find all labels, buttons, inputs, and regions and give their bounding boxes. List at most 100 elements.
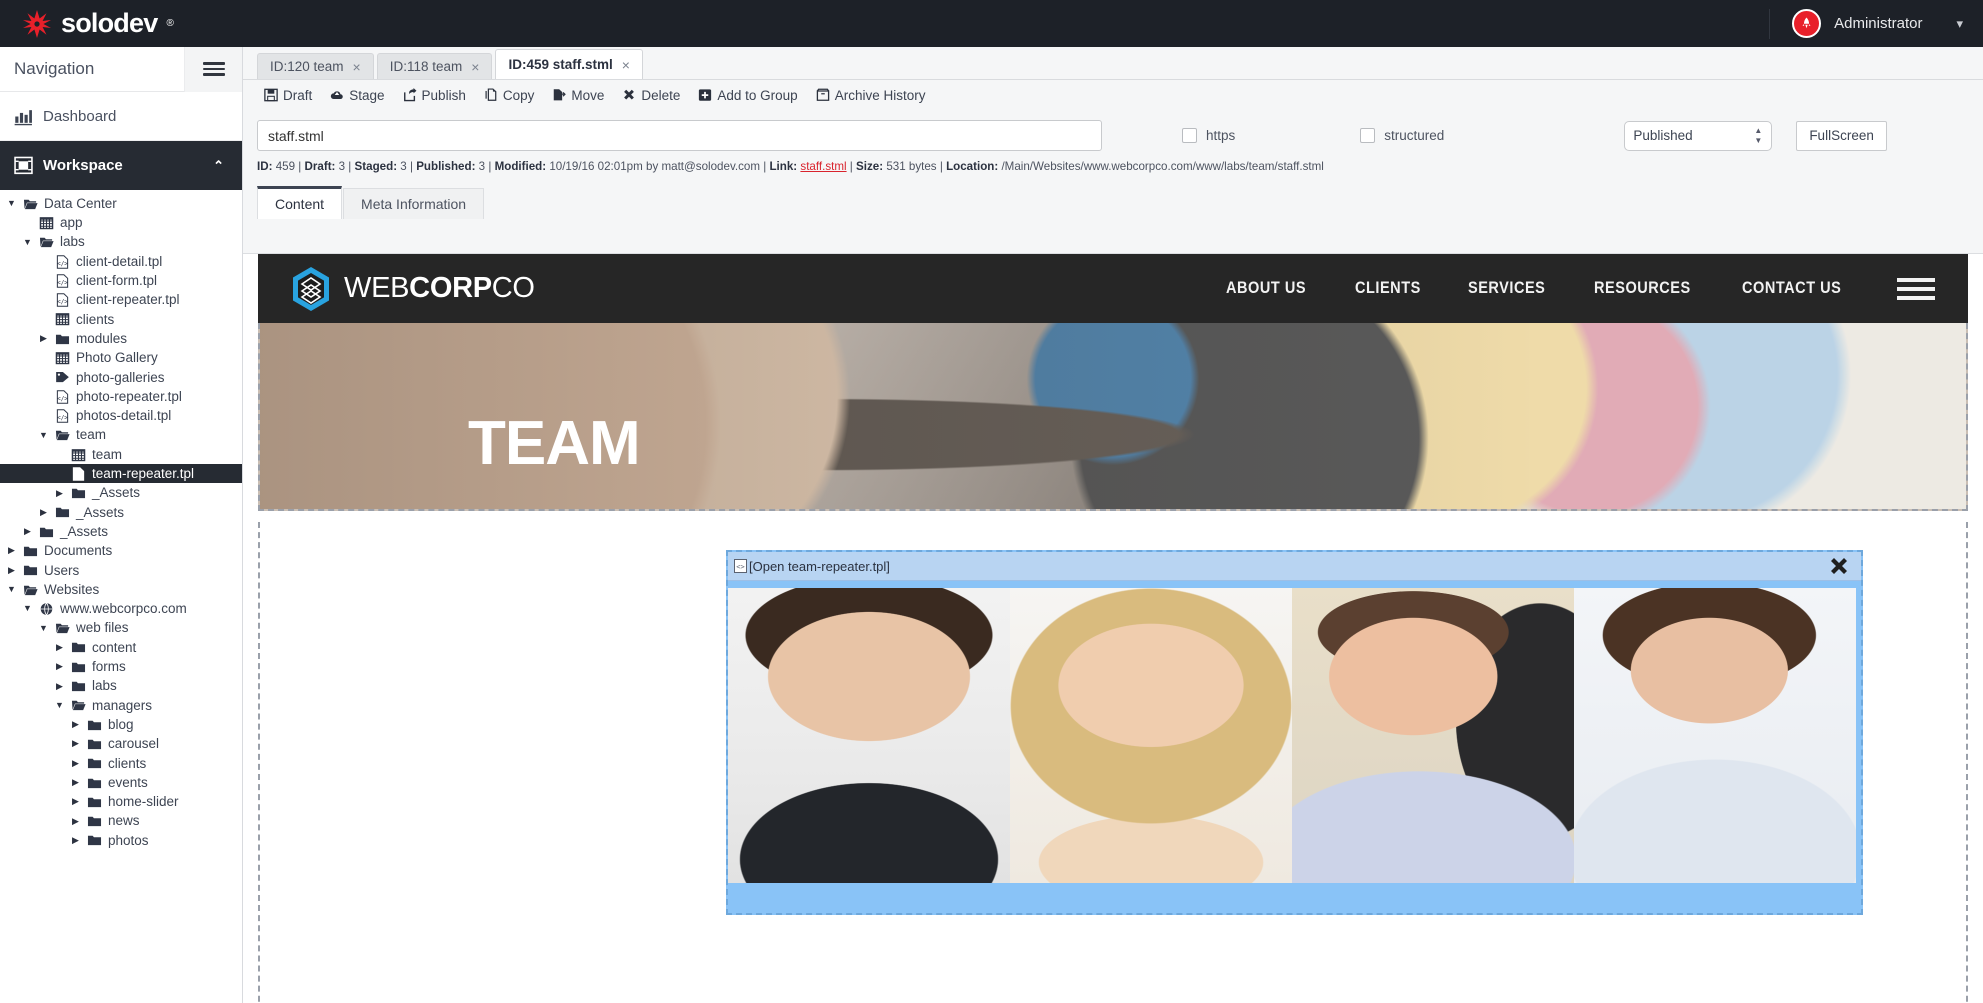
team-member-cell[interactable] — [728, 588, 1010, 883]
tree-item-home-slider[interactable]: ▶ home-slider — [0, 792, 242, 811]
tree-item-client-repeater-tpl[interactable]: </> client-repeater.tpl — [0, 290, 242, 309]
site-nav-link[interactable]: RESOURCES — [1594, 279, 1691, 298]
stage-button[interactable]: Stage — [323, 86, 391, 105]
delete-button[interactable]: Delete — [615, 86, 687, 105]
tree-item--assets[interactable]: ▶ _Assets — [0, 503, 242, 522]
draft-button[interactable]: Draft — [257, 86, 319, 105]
repeater-close-button[interactable] — [1827, 554, 1851, 578]
tree-item-forms[interactable]: ▶ forms — [0, 657, 242, 676]
tree-item-photos[interactable]: ▶ photos — [0, 831, 242, 850]
team-repeater-block[interactable]: <> [Open team-repeater.tpl] — [726, 550, 1863, 915]
close-tab-icon[interactable]: × — [622, 57, 630, 73]
caret-right-icon[interactable]: ▶ — [70, 758, 81, 768]
tree-item-blog[interactable]: ▶ blog — [0, 715, 242, 734]
https-checkbox[interactable] — [1182, 128, 1197, 143]
tree-item-client-detail-tpl[interactable]: </> client-detail.tpl — [0, 252, 242, 271]
site-nav-link[interactable]: ABOUT US — [1226, 279, 1306, 298]
team-member-cell[interactable] — [1574, 588, 1856, 883]
caret-right-icon[interactable]: ▶ — [6, 565, 17, 575]
tree-item-web-files[interactable]: ▼ web files — [0, 619, 242, 638]
caret-right-icon[interactable]: ▶ — [54, 488, 65, 498]
hero-banner[interactable]: TEAM — [258, 323, 1968, 511]
tree-item-client-form-tpl[interactable]: </> client-form.tpl — [0, 271, 242, 290]
sidebar-collapse-button[interactable] — [184, 47, 242, 92]
publish-status-select[interactable]: PublishedDraftStagedUnpublished — [1624, 120, 1773, 151]
fullscreen-button[interactable]: FullScreen — [1796, 120, 1887, 151]
tree-item-labs[interactable]: ▼ labs — [0, 233, 242, 252]
content-tab-meta-information[interactable]: Meta Information — [343, 188, 485, 219]
archive-history-button[interactable]: Archive History — [809, 86, 933, 105]
sidebar-item-dashboard[interactable]: Dashboard — [0, 92, 242, 141]
copy-button[interactable]: Copy — [477, 86, 542, 105]
tree-item-app[interactable]: app — [0, 213, 242, 232]
tree-item-www-webcorpco-com[interactable]: ▼ www.webcorpco.com — [0, 599, 242, 618]
caret-right-icon[interactable]: ▶ — [70, 778, 81, 787]
add-to-group-button[interactable]: Add to Group — [691, 86, 804, 105]
caret-right-icon[interactable]: ▶ — [6, 546, 17, 555]
caret-right-icon[interactable]: ▶ — [22, 527, 33, 536]
sidebar-item-workspace[interactable]: Workspace ⌃ — [0, 141, 242, 190]
publish-button[interactable]: Publish — [396, 86, 473, 105]
move-button[interactable]: Move — [545, 86, 611, 105]
caret-right-icon[interactable]: ▶ — [38, 334, 49, 343]
tree-item-events[interactable]: ▶ events — [0, 773, 242, 792]
caret-right-icon[interactable]: ▶ — [70, 797, 81, 806]
repeater-open-link[interactable]: [Open team-repeater.tpl] — [749, 559, 890, 574]
chevron-up-icon[interactable]: ⌃ — [213, 158, 224, 174]
caret-down-icon[interactable]: ▼ — [22, 237, 33, 247]
site-nav-link[interactable]: SERVICES — [1468, 279, 1545, 298]
caret-down-icon[interactable]: ▼ — [54, 700, 65, 710]
team-member-cell[interactable] — [1292, 588, 1574, 883]
tree-item-photos-detail-tpl[interactable]: </> photos-detail.tpl — [0, 406, 242, 425]
structured-checkbox[interactable] — [1360, 128, 1376, 143]
caret-down-icon[interactable]: ▼ — [38, 430, 49, 440]
chevron-down-icon[interactable]: ▾ — [1956, 16, 1963, 32]
tree-item-labs[interactable]: ▶ labs — [0, 676, 242, 695]
team-member-cell[interactable] — [1010, 588, 1292, 883]
hero-section[interactable]: WEBCORPCO ABOUT US CLIENTS SERVICES RESOURC… — [258, 254, 1968, 511]
tree-item-modules[interactable]: ▶ modules — [0, 329, 242, 348]
caret-down-icon[interactable]: ▼ — [6, 585, 17, 594]
caret-right-icon[interactable]: ▶ — [70, 739, 81, 748]
tree-item-content[interactable]: ▶ content — [0, 638, 242, 657]
document-tab[interactable]: ID:459 staff.stml × — [495, 49, 643, 79]
tree-item-clients[interactable]: ▶ clients — [0, 754, 242, 773]
tree-item-websites[interactable]: ▼ Websites — [0, 580, 242, 599]
close-tab-icon[interactable]: × — [353, 59, 361, 75]
tree-item-documents[interactable]: ▶ Documents — [0, 541, 242, 560]
content-tab-content[interactable]: Content — [257, 186, 343, 219]
document-tab[interactable]: ID:118 team × — [376, 53, 493, 79]
brand-logo[interactable]: solodev ® — [0, 9, 174, 39]
tree-item-carousel[interactable]: ▶ carousel — [0, 734, 242, 753]
document-tab[interactable]: ID:120 team × — [257, 53, 374, 79]
tree-item-team[interactable]: ▼ team — [0, 426, 242, 445]
caret-right-icon[interactable]: ▶ — [70, 720, 81, 729]
caret-right-icon[interactable]: ▶ — [54, 681, 65, 691]
caret-right-icon[interactable]: ▶ — [70, 816, 81, 826]
caret-right-icon[interactable]: ▶ — [54, 662, 65, 671]
tree-item-team[interactable]: team — [0, 445, 242, 464]
avatar[interactable] — [1792, 9, 1822, 38]
tree-item-users[interactable]: ▶ Users — [0, 561, 242, 580]
meta-link-value[interactable]: staff.stml — [800, 160, 846, 173]
tree-item-team-repeater-tpl[interactable]: </> team-repeater.tpl — [0, 464, 242, 484]
caret-right-icon[interactable]: ▶ — [38, 507, 49, 517]
filename-input[interactable] — [257, 120, 1102, 151]
site-hamburger-icon[interactable] — [1897, 273, 1935, 305]
tree-item-clients[interactable]: clients — [0, 310, 242, 329]
caret-down-icon[interactable]: ▼ — [6, 199, 17, 208]
tree-item-photo-repeater-tpl[interactable]: </> photo-repeater.tpl — [0, 387, 242, 406]
tree-item-managers[interactable]: ▼ managers — [0, 696, 242, 715]
caret-right-icon[interactable]: ▶ — [54, 642, 65, 652]
tree-item--assets[interactable]: ▶ _Assets — [0, 483, 242, 502]
site-nav-link[interactable]: CONTACT US — [1742, 279, 1841, 298]
site-logo[interactable]: WEBCORPCO — [291, 266, 535, 312]
tree-item--assets[interactable]: ▶ _Assets — [0, 522, 242, 541]
tree-item-data-center[interactable]: ▼ Data Center — [0, 194, 242, 213]
caret-down-icon[interactable]: ▼ — [22, 604, 33, 613]
tree-item-news[interactable]: ▶ news — [0, 812, 242, 831]
site-nav-link[interactable]: CLIENTS — [1355, 279, 1421, 298]
content-body-region[interactable]: <> [Open team-repeater.tpl] — [258, 522, 1968, 1003]
tree-item-photo-galleries[interactable]: photo-galleries — [0, 368, 242, 387]
close-tab-icon[interactable]: × — [471, 59, 479, 75]
